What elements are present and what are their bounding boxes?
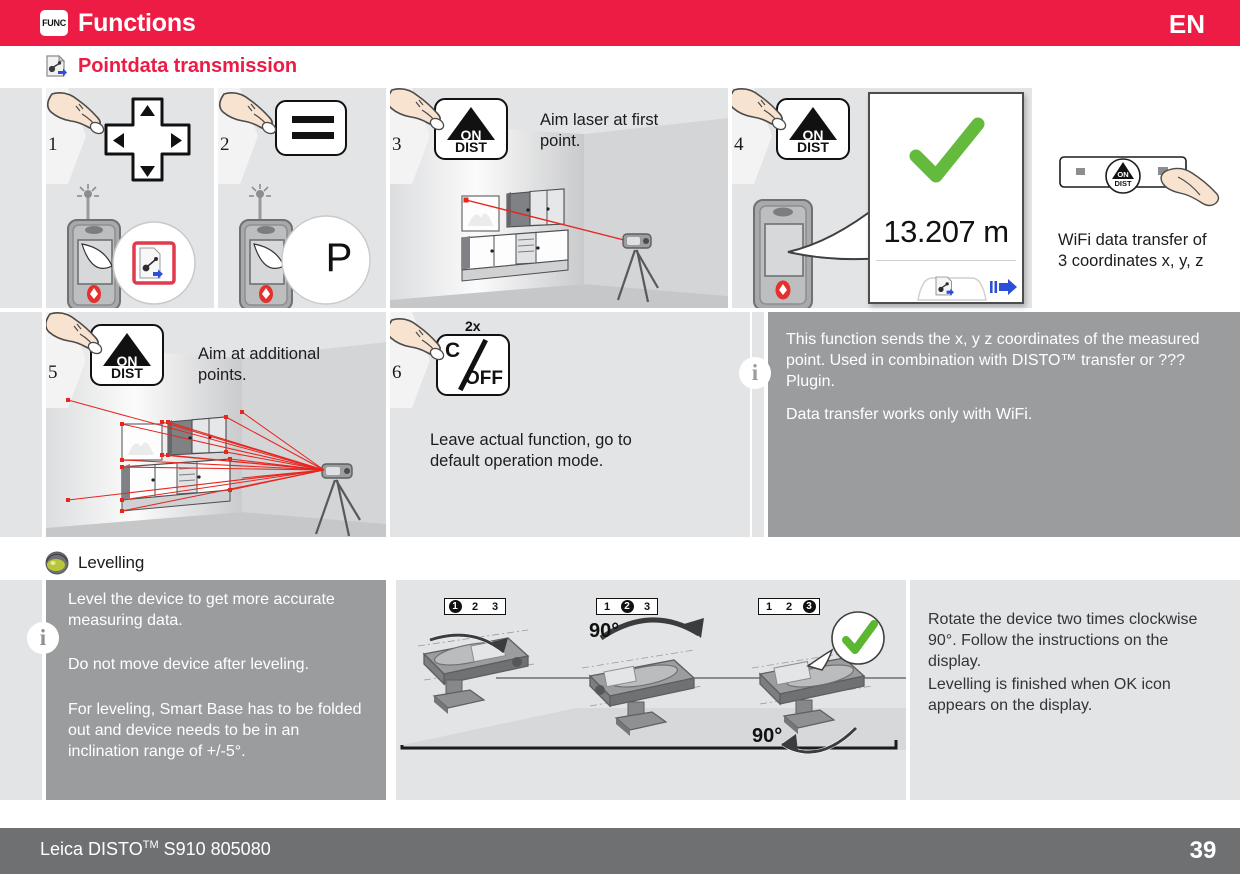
page-title: Functions — [78, 8, 196, 37]
indicator-item: 2 — [785, 600, 793, 613]
levelling-diagram-panel: 1 2 3 1 2 3 1 2 3 90° 90° — [396, 580, 906, 800]
indicator-item: 2 — [620, 600, 634, 613]
info-panel-left-strip — [752, 312, 764, 537]
step-number-1: 1 — [48, 134, 58, 155]
info-levelling-paragraph-1: Level the device to get more accurate me… — [68, 591, 335, 629]
step-number-4: 4 — [734, 134, 744, 155]
info-levelling-paragraph-2: Do not move device after leveling. — [68, 656, 310, 673]
indicator-item: 1 — [603, 600, 611, 613]
footer-product-rest: S910 805080 — [158, 839, 271, 859]
page-header: FUNC Functions — [0, 0, 1240, 46]
step-text-3: Aim laser at first point. — [540, 111, 659, 150]
levelling-step-indicator-2: 1 2 3 — [596, 598, 658, 615]
clear-off-key[interactable]: C OFF — [436, 334, 510, 396]
step-number-5: 5 — [48, 362, 58, 383]
footer-trademark-mark: TM — [142, 839, 159, 851]
wifi-note-area: ON DIST WiFi data transfer of 3 coordina… — [1036, 88, 1240, 308]
rotation-angle-top: 90° — [589, 620, 620, 642]
levelling-step-indicator-1: 1 2 3 — [444, 598, 506, 615]
indicator-item: 3 — [491, 600, 499, 613]
step-number-6: 6 — [392, 362, 402, 383]
manual-page: FUNC Functions EN Pointdata transmission — [0, 0, 1240, 874]
device-display-popup: 13.207 m — [868, 92, 1024, 304]
info-pointdata-paragraph-1: This function sends the x, y z coordinat… — [786, 331, 1200, 390]
info-panel-pointdata: This function sends the x, y z coordinat… — [768, 312, 1240, 537]
display-bubble-letter: P — [325, 236, 353, 280]
section-title-levelling: Levelling — [78, 553, 145, 572]
step-panel-2: P 2 — [218, 88, 386, 308]
press-twice-label: 2x — [465, 318, 481, 334]
on-dist-key[interactable]: ON DIST — [434, 98, 508, 160]
svg-text:DIST: DIST — [1114, 179, 1132, 188]
on-dist-key[interactable]: ON DIST — [776, 98, 850, 160]
row3-left-margin-strip — [0, 580, 42, 800]
row2-left-margin-strip — [0, 312, 42, 537]
levelling-icon — [44, 550, 70, 576]
info-panel-levelling: Level the device to get more accurate me… — [46, 580, 386, 800]
svg-text:ON: ON — [1117, 170, 1128, 179]
section-title-pointdata: Pointdata transmission — [78, 54, 297, 77]
levelling-note-paragraph-1: Rotate the device two times clockwise 90… — [928, 611, 1198, 670]
info-badge-pointdata: i — [739, 357, 771, 389]
info-levelling-paragraph-3: For leveling, Smart Base has to be folde… — [68, 701, 362, 760]
step-panel-3: ON DIST 3 Aim laser at first point. — [390, 88, 728, 308]
indicator-item: 3 — [643, 600, 651, 613]
info-pointdata-paragraph-2: Data transfer works only with WiFi. — [786, 406, 1033, 423]
indicator-item: 2 — [471, 600, 479, 613]
measured-distance-value: 13.207 m — [883, 214, 1009, 249]
footer-product-label: Leica DISTOTM S910 805080 — [40, 839, 271, 860]
equals-key[interactable] — [275, 100, 347, 156]
page-number: 39 — [1166, 828, 1240, 874]
step-number-3: 3 — [392, 134, 402, 155]
rotation-angle-bottom: 90° — [752, 725, 783, 747]
step-panel-6: 2x C OFF 6 Leave actual function, go to … — [390, 312, 750, 537]
green-check-icon — [909, 117, 985, 183]
step-number-2: 2 — [220, 134, 230, 155]
pointdata-transfer-icon — [44, 53, 70, 79]
step-text-5: Aim at additional points. — [198, 345, 320, 384]
step-panel-5: ON DIST 5 Aim at additional points. — [46, 312, 386, 537]
wifi-note-text: WiFi data transfer of 3 coordinates x, y… — [1058, 231, 1207, 270]
indicator-item: 1 — [448, 600, 462, 613]
device-keypad-wifi-icon: ON DIST — [1059, 156, 1220, 207]
language-badge: EN — [1168, 9, 1205, 39]
display-softkeys — [917, 276, 1017, 301]
footer-product-main: Leica DISTO — [40, 839, 143, 859]
levelling-step-indicator-3: 1 2 3 — [758, 598, 820, 615]
step-panel-1: 1 — [46, 88, 214, 308]
section-header-pointdata: Pointdata transmission — [0, 48, 1240, 84]
indicator-item: 1 — [765, 600, 773, 613]
levelling-note-paragraph-2: Levelling is finished when OK icon appea… — [928, 676, 1171, 714]
row1-left-margin-strip — [0, 88, 42, 308]
section-header-levelling: Levelling — [0, 545, 1240, 581]
levelling-note-panel: Rotate the device two times clockwise 90… — [910, 580, 1240, 800]
on-dist-key[interactable]: ON DIST — [90, 324, 164, 386]
navigation-dpad-key[interactable] — [100, 96, 195, 186]
indicator-item: 3 — [802, 600, 816, 613]
step-text-6: Leave actual function, go to default ope… — [430, 431, 632, 470]
info-badge-levelling: i — [27, 622, 59, 654]
func-key-icon: FUNC — [40, 10, 68, 36]
page-footer: Leica DISTOTM S910 805080 39 — [0, 828, 1240, 874]
